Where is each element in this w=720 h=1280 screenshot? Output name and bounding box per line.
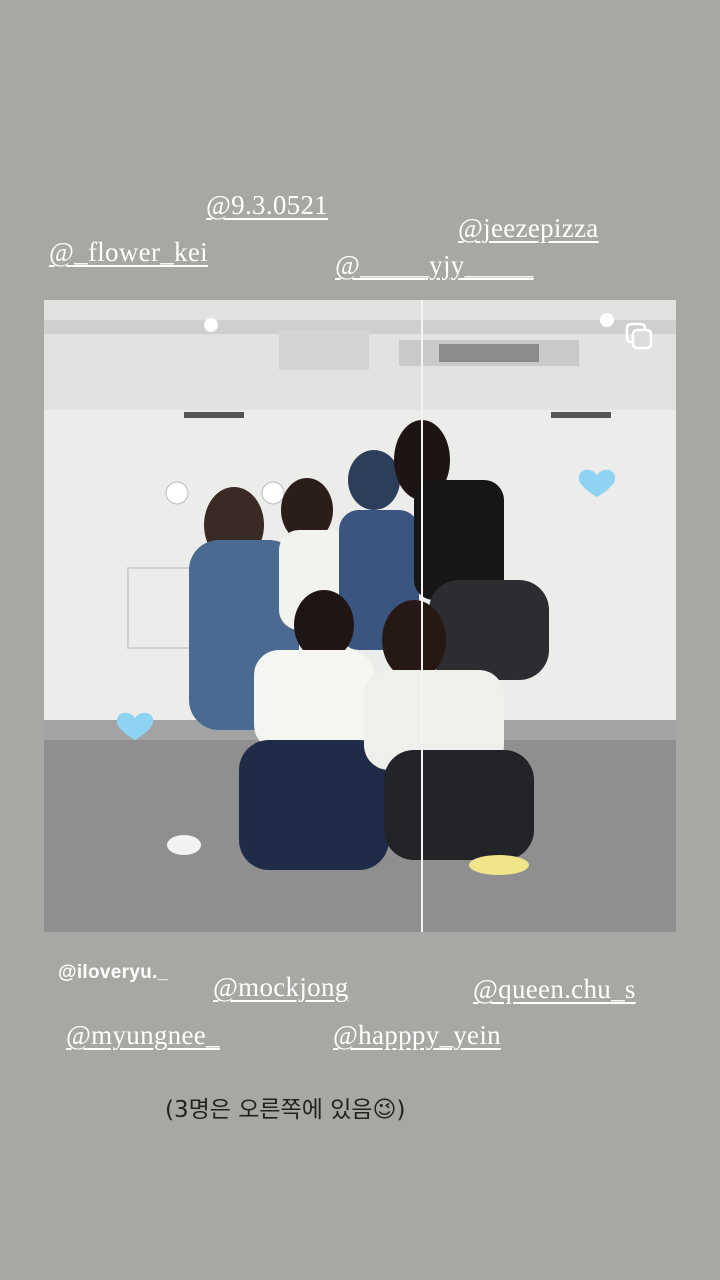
mention-tag[interactable]: @happpy_yein bbox=[333, 1020, 501, 1051]
mention-tag[interactable]: @queen.chu_s bbox=[473, 974, 636, 1005]
mention-tag[interactable]: @iloveryu._ bbox=[58, 962, 169, 984]
story-caption: (3명은 오른쪽에 있음😉) bbox=[165, 1097, 406, 1123]
mention-tag[interactable]: @_____yjy_____ bbox=[335, 250, 534, 281]
mention-tag[interactable]: @jeezepizza bbox=[458, 213, 599, 244]
mention-tag[interactable]: @9.3.0521 bbox=[206, 190, 328, 221]
mention-tag[interactable]: @_flower_kei bbox=[49, 237, 208, 268]
group-photo bbox=[44, 300, 676, 932]
mention-tag[interactable]: @mockjong bbox=[213, 972, 349, 1003]
mention-tag[interactable]: @myungnee_ bbox=[66, 1020, 220, 1051]
